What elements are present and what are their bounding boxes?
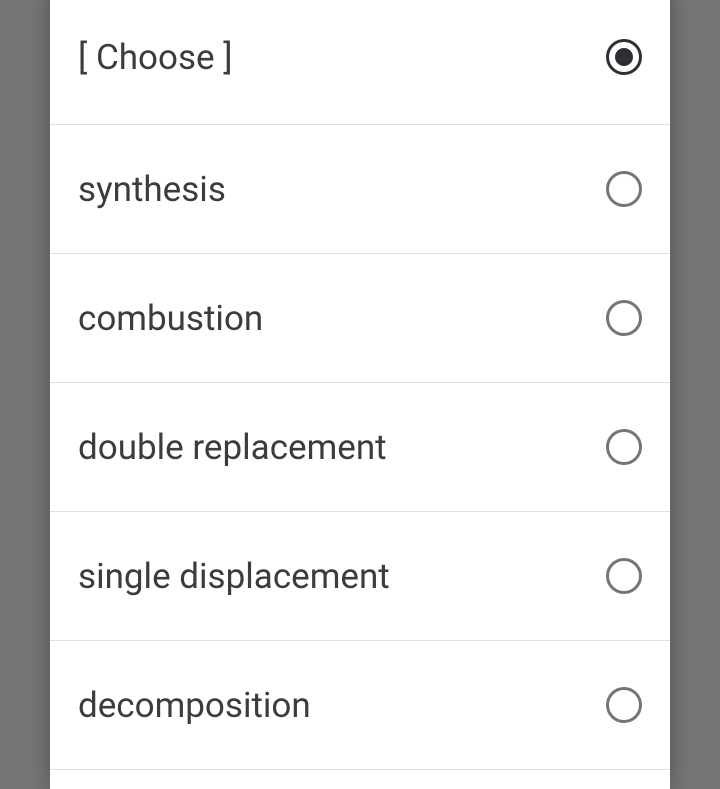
option-combustion[interactable]: combustion — [50, 254, 670, 383]
option-label: [ Choose ] — [78, 37, 233, 78]
radio-unselected-icon — [606, 558, 642, 594]
option-label: combustion — [78, 298, 263, 339]
option-double-replacement[interactable]: double replacement — [50, 383, 670, 512]
radio-unselected-icon — [606, 300, 642, 336]
option-synthesis[interactable]: synthesis — [50, 125, 670, 254]
options-modal: [ Choose ] synthesis combustion double r… — [50, 0, 670, 789]
option-label: double replacement — [78, 427, 387, 468]
option-decomposition[interactable]: decomposition — [50, 641, 670, 770]
option-label: single displacement — [78, 556, 390, 597]
option-label: synthesis — [78, 169, 226, 210]
option-choose[interactable]: [ Choose ] — [50, 0, 670, 125]
radio-unselected-icon — [606, 171, 642, 207]
radio-unselected-icon — [606, 687, 642, 723]
option-label: decomposition — [78, 685, 311, 726]
radio-unselected-icon — [606, 429, 642, 465]
option-single-displacement[interactable]: single displacement — [50, 512, 670, 641]
radio-selected-icon — [606, 39, 642, 75]
